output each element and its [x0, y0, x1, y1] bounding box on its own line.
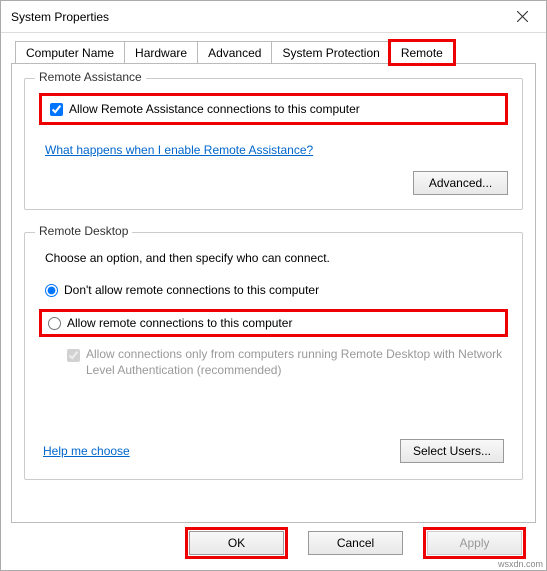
- allow-remote-assistance-label: Allow Remote Assistance connections to t…: [69, 102, 360, 116]
- remote-tab-panel: Remote Assistance Allow Remote Assistanc…: [11, 63, 536, 523]
- remote-desktop-legend: Remote Desktop: [35, 224, 132, 238]
- tab-hardware[interactable]: Hardware: [124, 41, 198, 64]
- allow-remote-row: Allow remote connections to this compute…: [39, 309, 508, 337]
- content-area: Computer Name Hardware Advanced System P…: [1, 33, 546, 565]
- nla-label: Allow connections only from computers ru…: [86, 347, 508, 378]
- tab-system-protection[interactable]: System Protection: [271, 41, 390, 64]
- tab-strip: Computer Name Hardware Advanced System P…: [15, 41, 536, 64]
- window-title: System Properties: [11, 10, 502, 24]
- system-properties-window: System Properties Computer Name Hardware…: [0, 0, 547, 571]
- select-users-button[interactable]: Select Users...: [400, 439, 504, 463]
- watermark: wsxdn.com: [498, 559, 543, 569]
- allow-remote-assistance-checkbox[interactable]: [50, 103, 63, 116]
- nla-row: Allow connections only from computers ru…: [67, 347, 508, 378]
- apply-button[interactable]: Apply: [427, 531, 522, 555]
- tab-computer-name[interactable]: Computer Name: [15, 41, 125, 64]
- ok-button[interactable]: OK: [189, 531, 284, 555]
- allow-remote-assistance-row: Allow Remote Assistance connections to t…: [39, 93, 508, 125]
- remote-assistance-help-link[interactable]: What happens when I enable Remote Assist…: [45, 143, 313, 157]
- allow-remote-radio[interactable]: [48, 317, 61, 330]
- tab-remote[interactable]: Remote: [390, 41, 454, 64]
- allow-remote-label: Allow remote connections to this compute…: [67, 316, 292, 330]
- close-button[interactable]: [502, 3, 542, 31]
- titlebar: System Properties: [1, 1, 546, 33]
- dont-allow-radio[interactable]: [45, 284, 58, 297]
- dont-allow-row: Don't allow remote connections to this c…: [39, 279, 508, 301]
- remote-desktop-instruction: Choose an option, and then specify who c…: [45, 251, 508, 265]
- nla-checkbox: [67, 349, 80, 362]
- remote-assistance-group: Remote Assistance Allow Remote Assistanc…: [24, 78, 523, 210]
- remote-desktop-group: Remote Desktop Choose an option, and the…: [24, 232, 523, 480]
- cancel-button[interactable]: Cancel: [308, 531, 403, 555]
- remote-assistance-legend: Remote Assistance: [35, 70, 146, 84]
- advanced-button[interactable]: Advanced...: [413, 171, 508, 195]
- close-icon: [517, 11, 528, 22]
- dialog-button-row: OK Cancel Apply: [11, 523, 536, 555]
- remote-desktop-bottom-row: Help me choose Select Users...: [43, 439, 504, 463]
- dont-allow-label: Don't allow remote connections to this c…: [64, 283, 319, 297]
- tab-advanced[interactable]: Advanced: [197, 41, 272, 64]
- help-me-choose-link[interactable]: Help me choose: [43, 444, 130, 458]
